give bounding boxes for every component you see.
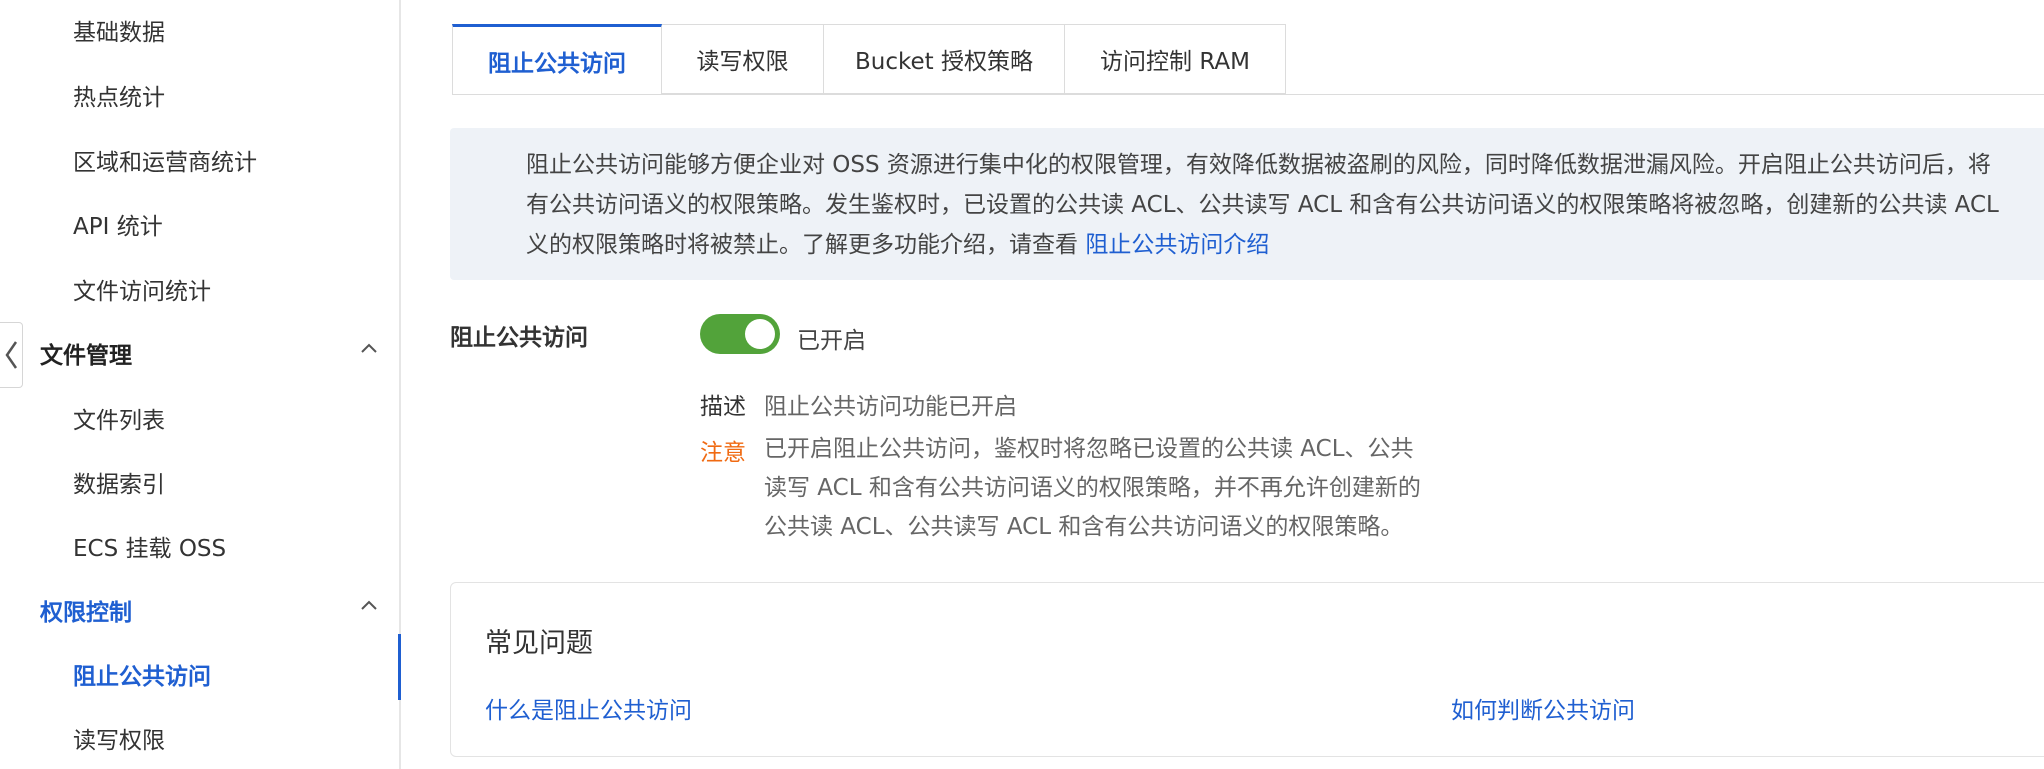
banner-line: 有公共访问语义的权限策略。发生鉴权时，已设置的公共读 ACL、公共读写 ACL … <box>526 192 1999 218</box>
sidebar-group-permission-control[interactable]: 权限控制 <box>40 593 380 627</box>
learn-more-link[interactable]: 阻止公共访问介绍 <box>1085 232 1269 258</box>
chevron-up-icon <box>361 343 377 353</box>
description-label: 描述 <box>700 394 746 420</box>
tab-read-write-permission[interactable]: 读写权限 <box>662 24 824 94</box>
sidebar-item-file-access-stats[interactable]: 文件访问统计 <box>73 272 211 306</box>
sidebar-item-region-isp-stats[interactable]: 区域和运营商统计 <box>73 143 257 177</box>
sidebar-group-label: 权限控制 <box>40 600 132 626</box>
sidebar-item-ecs-mount-oss[interactable]: ECS 挂载 OSS <box>73 529 226 563</box>
faq-card: 常见问题 什么是阻止公共访问 如何判断公共访问 <box>450 582 2044 757</box>
notice-line: 已开启阻止公共访问，鉴权时将忽略已设置的公共读 ACL、公共 <box>764 436 1414 462</box>
tabs-divider <box>452 94 2044 95</box>
notice-line: 读写 ACL 和含有公共访问语义的权限策略，并不再允许创建新的 <box>764 475 1421 501</box>
notice-line: 公共读 ACL、公共读写 ACL 和含有公共访问语义的权限策略。 <box>764 514 1404 540</box>
sidebar-item-data-index[interactable]: 数据索引 <box>73 465 165 499</box>
banner-text: 阻止公共访问能够方便企业对 OSS 资源进行集中化的权限管理，有效降低数据被盗刷… <box>526 145 2044 265</box>
description-value: 阻止公共访问功能已开启 <box>764 394 1017 420</box>
sidebar-item-block-public-access[interactable]: 阻止公共访问 <box>73 657 211 691</box>
block-public-access-toggle[interactable] <box>700 314 780 354</box>
sidebar-item-read-write-permission[interactable]: 读写权限 <box>73 721 165 755</box>
sidebar-item-api-stats[interactable]: API 统计 <box>73 207 163 241</box>
sidebar-item-file-list[interactable]: 文件列表 <box>73 401 165 435</box>
tab-bucket-policy[interactable]: Bucket 授权策略 <box>824 24 1065 94</box>
active-indicator <box>398 634 401 700</box>
banner-line: 义的权限策略时将被禁止。了解更多功能介绍，请查看 阻止公共访问介绍 <box>526 225 2044 265</box>
tab-ram[interactable]: 访问控制 RAM <box>1065 24 1286 94</box>
toggle-knob <box>745 319 775 349</box>
sidebar: 基础数据 热点统计 区域和运营商统计 API 统计 文件访问统计 文件管理 文件… <box>0 0 401 769</box>
tab-bar: 阻止公共访问 读写权限 Bucket 授权策略 访问控制 RAM <box>452 24 1286 95</box>
sidebar-group-label: 文件管理 <box>40 343 132 369</box>
faq-link-how-to-judge[interactable]: 如何判断公共访问 <box>1451 691 1635 725</box>
notice-label: 注意 <box>700 440 746 466</box>
faq-link-what-is[interactable]: 什么是阻止公共访问 <box>485 691 692 725</box>
info-banner: 阻止公共访问能够方便企业对 OSS 资源进行集中化的权限管理，有效降低数据被盗刷… <box>450 128 2044 280</box>
faq-title: 常见问题 <box>485 628 593 659</box>
sidebar-group-file-management[interactable]: 文件管理 <box>40 336 380 370</box>
sidebar-item-basic-data[interactable]: 基础数据 <box>73 13 165 47</box>
chevron-up-icon <box>361 600 377 610</box>
sidebar-item-hotspot-stats[interactable]: 热点统计 <box>73 78 165 112</box>
notice-text: 已开启阻止公共访问，鉴权时将忽略已设置的公共读 ACL、公共 读写 ACL 和含… <box>764 430 1464 547</box>
toggle-state-text: 已开启 <box>797 328 866 354</box>
tab-block-public-access[interactable]: 阻止公共访问 <box>452 24 662 95</box>
chevron-left-icon <box>5 341 18 369</box>
banner-line-text: 义的权限策略时将被禁止。了解更多功能介绍，请查看 <box>526 232 1086 258</box>
sidebar-collapse-button[interactable] <box>0 322 23 388</box>
banner-line: 阻止公共访问能够方便企业对 OSS 资源进行集中化的权限管理，有效降低数据被盗刷… <box>526 152 1991 178</box>
setting-label: 阻止公共访问 <box>450 325 588 351</box>
